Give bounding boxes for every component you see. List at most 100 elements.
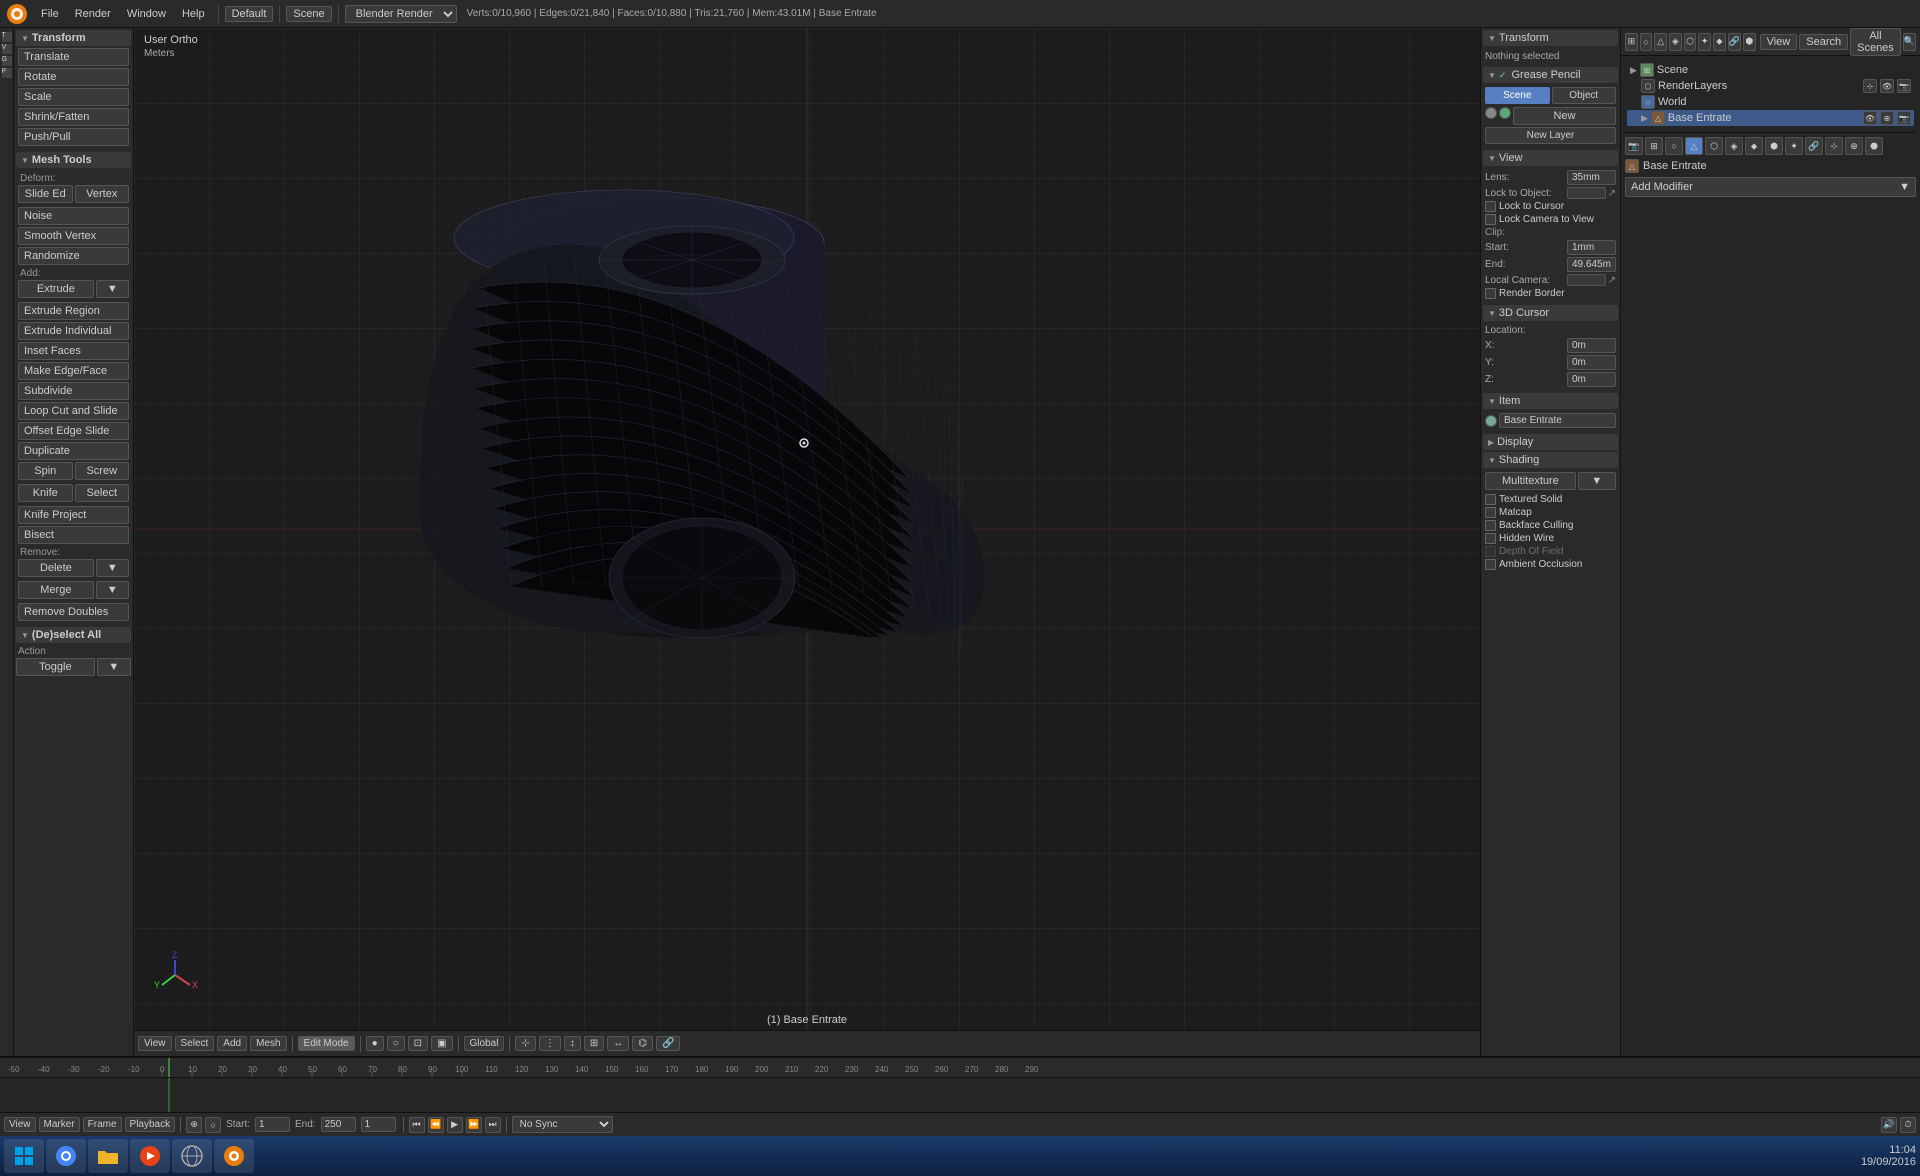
fr-icon-part[interactable]: ✦ bbox=[1698, 33, 1711, 51]
search-btn-fr[interactable]: Search bbox=[1799, 34, 1848, 50]
render-engine-select[interactable]: Blender Render Cycles Render bbox=[345, 5, 457, 23]
menu-render[interactable]: Render bbox=[68, 6, 118, 22]
tl-icon2[interactable]: ○ bbox=[205, 1117, 221, 1133]
tl-play[interactable]: ▶ bbox=[447, 1117, 463, 1133]
extrude-arrow[interactable]: ▼ bbox=[96, 280, 129, 298]
files-taskbar-btn[interactable] bbox=[88, 1139, 128, 1173]
multitexture-arrow[interactable]: ▼ bbox=[1578, 472, 1616, 490]
vt-coord-btn[interactable]: Global bbox=[464, 1036, 505, 1051]
scale-btn[interactable]: Scale bbox=[18, 88, 129, 106]
slide-edge-btn[interactable]: Slide Ed bbox=[18, 185, 73, 203]
grease-pencil-header[interactable]: ✓ Grease Pencil bbox=[1483, 67, 1618, 83]
push-pull-btn[interactable]: Push/Pull bbox=[18, 128, 129, 146]
vertex-btn[interactable]: Vertex bbox=[75, 185, 130, 203]
tl-prev-frame[interactable]: ⏪ bbox=[428, 1117, 444, 1133]
merge-btn[interactable]: Merge bbox=[18, 581, 94, 599]
vt-select-btn[interactable]: Select bbox=[175, 1036, 215, 1051]
prop-part-icon[interactable]: ✦ bbox=[1785, 137, 1803, 155]
deselect-header[interactable]: (De)select All bbox=[16, 627, 131, 643]
fr-icon-mesh[interactable]: △ bbox=[1654, 33, 1667, 51]
knife-btn[interactable]: Knife bbox=[18, 484, 73, 502]
extrude-region-btn[interactable]: Extrude Region bbox=[18, 302, 129, 320]
edit-mode-btn[interactable]: Edit Mode bbox=[298, 1036, 355, 1051]
grease-pencil-checkbox[interactable]: ✓ bbox=[1499, 70, 1507, 81]
fr-icon-data[interactable]: ⬢ bbox=[1743, 33, 1756, 51]
physics-icon[interactable]: P bbox=[2, 68, 12, 78]
render-border-checkbox[interactable] bbox=[1485, 288, 1496, 299]
view-icon[interactable]: V bbox=[2, 44, 12, 54]
z-value[interactable]: 0m bbox=[1567, 372, 1616, 387]
globe-taskbar-btn[interactable] bbox=[172, 1139, 212, 1173]
grease-icon[interactable]: G bbox=[2, 56, 12, 66]
subdivide-btn[interactable]: Subdivide bbox=[18, 382, 129, 400]
lock-camera-checkbox[interactable] bbox=[1485, 214, 1496, 225]
blender-taskbar-btn[interactable] bbox=[214, 1139, 254, 1173]
render-cam-icon[interactable]: 📷 bbox=[1897, 79, 1911, 93]
vt-snap6[interactable]: ⌬ bbox=[632, 1036, 653, 1051]
object-tab[interactable]: Object bbox=[1552, 87, 1617, 104]
chrome-taskbar-btn[interactable] bbox=[46, 1139, 86, 1173]
media-taskbar-btn[interactable] bbox=[130, 1139, 170, 1173]
multitexture-btn[interactable]: Multitexture bbox=[1485, 472, 1576, 490]
vt-snap2[interactable]: ⋮ bbox=[539, 1036, 561, 1051]
timeline-content[interactable] bbox=[0, 1078, 1920, 1112]
scene-selector[interactable]: Scene bbox=[286, 6, 331, 22]
offset-edge-slide-btn[interactable]: Offset Edge Slide bbox=[18, 422, 129, 440]
loop-cut-slide-btn[interactable]: Loop Cut and Slide bbox=[18, 402, 129, 420]
vt-snap4[interactable]: ⊞ bbox=[584, 1036, 604, 1051]
tl-icon1[interactable]: ⊕ bbox=[186, 1117, 202, 1133]
prop-mat-icon[interactable]: ◈ bbox=[1725, 137, 1743, 155]
item-header[interactable]: Item bbox=[1483, 393, 1618, 409]
vt-snap7[interactable]: 🔗 bbox=[656, 1036, 680, 1051]
new-btn[interactable]: New bbox=[1513, 107, 1616, 125]
lock-object-value[interactable] bbox=[1567, 187, 1606, 199]
knife-project-btn[interactable]: Knife Project bbox=[18, 506, 129, 524]
delete-arrow[interactable]: ▼ bbox=[96, 559, 129, 577]
prop-cons-icon[interactable]: 🔗 bbox=[1805, 137, 1823, 155]
search-icon[interactable]: 🔍 bbox=[1903, 33, 1916, 51]
base-eye-icon[interactable]: 👁 bbox=[1863, 111, 1877, 125]
prop-mesh-icon[interactable]: ⬡ bbox=[1705, 137, 1723, 155]
display-header[interactable]: Display bbox=[1483, 434, 1618, 450]
render-eye-icon[interactable]: 👁 bbox=[1880, 79, 1894, 93]
blender-logo[interactable] bbox=[6, 3, 28, 25]
vt-icon3[interactable]: ⊡ bbox=[408, 1036, 428, 1051]
base-cursor-icon[interactable]: ⊕ bbox=[1880, 111, 1894, 125]
tl-skip-start[interactable]: ⏮ bbox=[409, 1117, 425, 1133]
smooth-vertex-btn[interactable]: Smooth Vertex bbox=[18, 227, 129, 245]
randomize-btn[interactable]: Randomize bbox=[18, 247, 129, 265]
tl-next-frame[interactable]: ⏩ bbox=[466, 1117, 482, 1133]
lock-cursor-checkbox[interactable] bbox=[1485, 201, 1496, 212]
duplicate-btn[interactable]: Duplicate bbox=[18, 442, 129, 460]
vt-add-btn[interactable]: Add bbox=[217, 1036, 247, 1051]
lock-arrow[interactable]: ↗ bbox=[1608, 188, 1616, 199]
fr-icon-mat[interactable]: ◈ bbox=[1669, 33, 1682, 51]
rotate-btn[interactable]: Rotate bbox=[18, 68, 129, 86]
delete-btn[interactable]: Delete bbox=[18, 559, 94, 577]
view-header[interactable]: View bbox=[1483, 150, 1618, 166]
render-layers-item[interactable]: ⬡ RenderLayers ⊹ 👁 📷 bbox=[1627, 78, 1914, 94]
hidden-wire-check[interactable] bbox=[1485, 533, 1496, 544]
spin-btn[interactable]: Spin bbox=[18, 462, 73, 480]
local-camera-value[interactable] bbox=[1567, 274, 1606, 286]
tl-frame-btn[interactable]: Frame bbox=[83, 1117, 122, 1132]
shading-header[interactable]: Shading bbox=[1483, 452, 1618, 468]
matcap-check[interactable] bbox=[1485, 507, 1496, 518]
new-layer-btn[interactable]: New Layer bbox=[1485, 127, 1616, 144]
tools-icon[interactable]: T bbox=[2, 32, 12, 42]
clip-start-value[interactable]: 1mm bbox=[1567, 240, 1616, 255]
screw-btn[interactable]: Screw bbox=[75, 462, 130, 480]
extrude-btn[interactable]: Extrude bbox=[18, 280, 94, 298]
add-modifier-btn[interactable]: Add Modifier ▼ bbox=[1625, 177, 1916, 197]
inset-faces-btn[interactable]: Inset Faces bbox=[18, 342, 129, 360]
menu-window[interactable]: Window bbox=[120, 6, 173, 22]
tl-marker-btn[interactable]: Marker bbox=[39, 1117, 80, 1132]
toggle-arrow[interactable]: ▼ bbox=[97, 658, 131, 676]
textured-solid-check[interactable] bbox=[1485, 494, 1496, 505]
view-btn-fr[interactable]: View bbox=[1760, 34, 1798, 50]
start-button[interactable] bbox=[4, 1139, 44, 1173]
tl-sync-select[interactable]: No Sync Frame Dropping AV-sync bbox=[512, 1116, 613, 1133]
prop-force-icon[interactable]: ⊕ bbox=[1845, 137, 1863, 155]
world-item[interactable]: ○ World bbox=[1627, 94, 1914, 110]
vt-snap1[interactable]: ⊹ bbox=[515, 1036, 535, 1051]
